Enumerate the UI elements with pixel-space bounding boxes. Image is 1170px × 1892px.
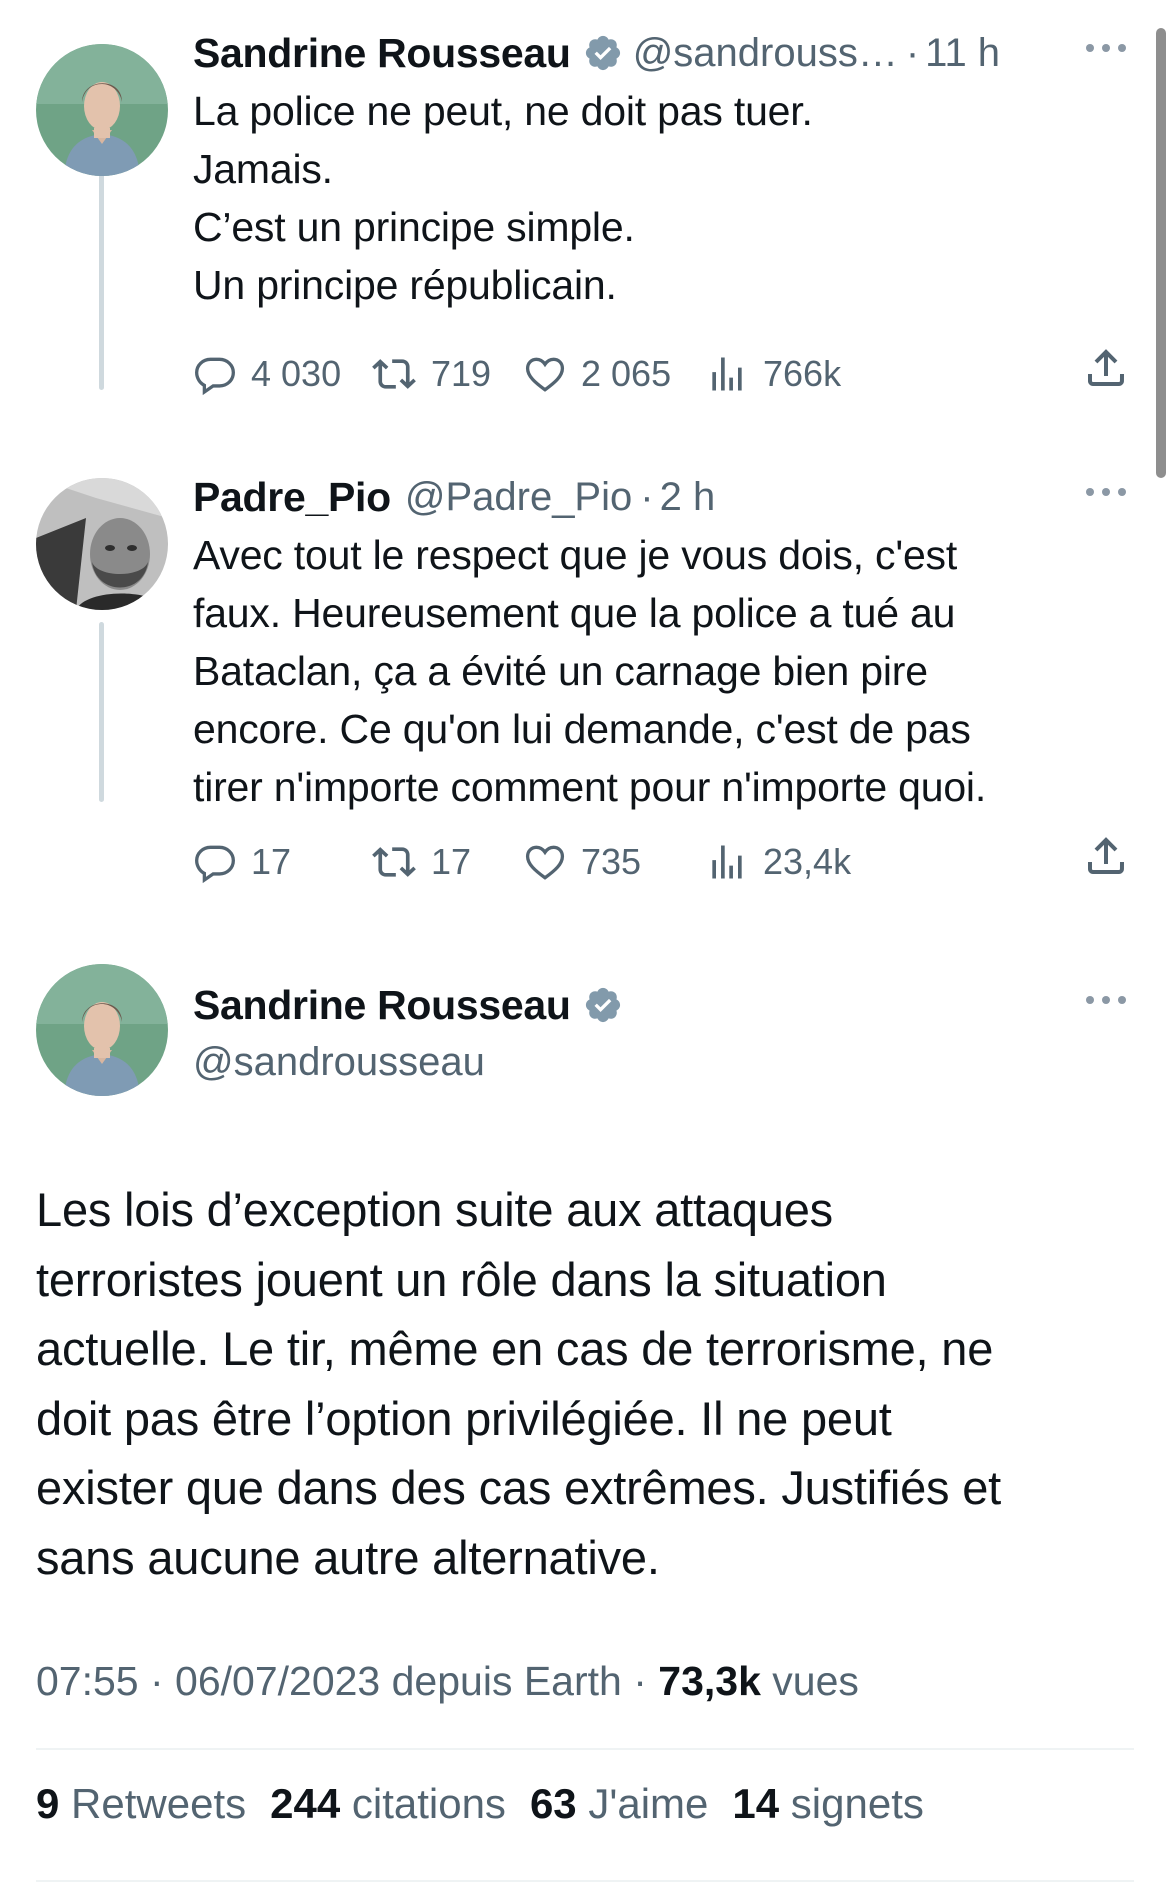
- retweets-stat[interactable]: 9 Retweets: [36, 1780, 270, 1827]
- like-button[interactable]: 735: [523, 832, 641, 892]
- timestamp[interactable]: 2 h: [660, 475, 716, 520]
- bookmarks-label: signets: [790, 1780, 924, 1827]
- reply-count: 4 030: [251, 353, 342, 394]
- views-count: 23,4k: [763, 841, 852, 882]
- action-bar: 4 030 719 2 065 766k: [193, 344, 1130, 404]
- verified-badge-icon: [585, 35, 620, 71]
- more-icon[interactable]: [1082, 38, 1130, 58]
- avatar[interactable]: [36, 964, 168, 1096]
- share-button[interactable]: [1082, 344, 1130, 397]
- quotes-stat[interactable]: 244 citations: [270, 1780, 530, 1827]
- author-handle[interactable]: @sandrouss…: [633, 31, 898, 76]
- engagement-stats: 9 Retweets 244 citations 63 J'aime 14 signe…: [36, 1780, 924, 1828]
- like-button[interactable]: 2 065: [523, 344, 671, 404]
- views-button[interactable]: 766k: [705, 344, 841, 404]
- tweet-meta: 07:55 · 06/07/2023 depuis Earth · 73,3k …: [36, 1658, 859, 1705]
- share-icon: [1088, 349, 1124, 386]
- share-button[interactable]: [1082, 832, 1130, 885]
- reply-button[interactable]: 4 030: [193, 344, 341, 404]
- likes-count: 63: [529, 1780, 577, 1827]
- main-tweet-text: Les lois d’exception suite aux attaques …: [36, 1183, 1002, 1584]
- retweets-count: 9: [36, 1780, 60, 1827]
- quotes-label: citations: [351, 1780, 506, 1827]
- views-icon: [712, 845, 742, 879]
- views-icon: [712, 357, 742, 391]
- views-label: vues: [760, 1658, 859, 1704]
- retweet-button[interactable]: 719: [371, 344, 491, 404]
- views-count: 73,3k: [658, 1658, 761, 1704]
- more-icon[interactable]: [1082, 482, 1130, 502]
- bookmarks-count: 14: [732, 1780, 780, 1827]
- action-bar: 17 17 735 23,4k: [193, 832, 1130, 892]
- views-button[interactable]: 23,4k: [705, 832, 851, 892]
- likes-stat[interactable]: 63 J'aime: [530, 1780, 732, 1827]
- reply-button[interactable]: 17: [193, 832, 291, 892]
- avatar[interactable]: [36, 44, 168, 176]
- separator: ·: [640, 474, 654, 519]
- like-icon: [525, 845, 565, 880]
- reply-icon: [195, 357, 235, 396]
- reply-icon: [195, 845, 235, 884]
- avatar[interactable]: [36, 478, 168, 610]
- likes-label: J'aime: [588, 1780, 709, 1827]
- timestamp[interactable]: 07:55 · 06/07/2023 depuis Earth ·: [36, 1658, 658, 1704]
- scrollbar[interactable]: [1156, 28, 1166, 478]
- tweet-header: Padre_Pio @Padre_Pio · 2 h: [193, 468, 1130, 526]
- reply-count: 17: [251, 841, 292, 882]
- bookmarks-stat[interactable]: 14 signets: [732, 1780, 923, 1827]
- author-handle[interactable]: @Padre_Pio: [405, 475, 632, 520]
- verified-badge-icon: [585, 987, 620, 1023]
- timestamp[interactable]: 11 h: [925, 31, 1000, 76]
- separator: ·: [905, 30, 920, 75]
- share-icon: [1088, 837, 1124, 874]
- author-name[interactable]: Sandrine Rousseau: [193, 982, 571, 1029]
- views-count: 766k: [763, 353, 842, 394]
- retweets-label: Retweets: [71, 1780, 247, 1827]
- retweet-button[interactable]: 17: [371, 832, 471, 892]
- tweet-text: La police ne peut, ne doit pas tuer. Jam…: [193, 88, 813, 308]
- author-handle[interactable]: @sandrousseau: [193, 1034, 1130, 1090]
- thread-line: [99, 622, 104, 802]
- retweet-count: 719: [431, 353, 492, 394]
- author-name[interactable]: Sandrine Rousseau: [193, 30, 571, 77]
- tweet-header: Sandrine Rousseau @sandrouss… · 11 h: [193, 24, 1130, 82]
- like-count: 735: [581, 841, 642, 882]
- like-icon: [525, 357, 565, 392]
- retweet-count: 17: [431, 841, 472, 882]
- retweet-icon: [372, 359, 416, 389]
- divider: [36, 1880, 1134, 1882]
- like-count: 2 065: [581, 353, 672, 394]
- tweet-header: Sandrine Rousseau: [193, 976, 1130, 1034]
- tweet-text: Avec tout le respect que je vous dois, c…: [193, 532, 987, 810]
- author-name[interactable]: Padre_Pio: [193, 474, 391, 521]
- divider: [36, 1748, 1134, 1750]
- more-icon[interactable]: [1082, 990, 1130, 1010]
- quotes-count: 244: [270, 1780, 341, 1827]
- retweet-icon: [372, 847, 416, 877]
- thread-line: [99, 158, 104, 390]
